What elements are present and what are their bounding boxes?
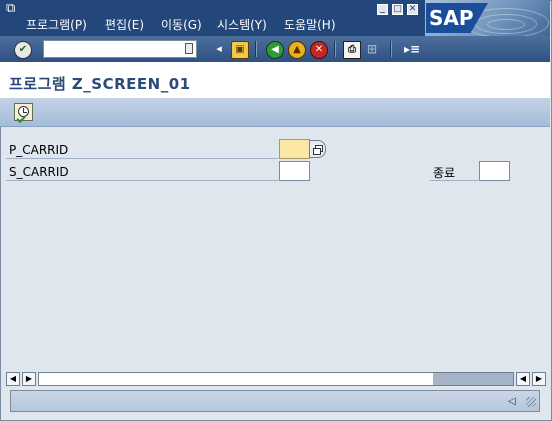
command-history-icon[interactable] (185, 43, 193, 54)
scroll-left-icon[interactable]: ◀ (6, 372, 20, 386)
scroll-right-icon[interactable]: ▶ (22, 372, 36, 386)
new-session-icon[interactable]: ▸≡ (404, 41, 420, 57)
end-label: 종료 (433, 166, 456, 180)
resize-grip-icon[interactable] (526, 397, 536, 407)
window-menu-icon[interactable]: ⧉ (6, 2, 20, 16)
scroll-right-end-icon[interactable]: ▶ (532, 372, 546, 386)
print-icon[interactable]: ⎙ (343, 41, 361, 59)
command-input[interactable] (44, 41, 180, 57)
menu-program[interactable]: 프로그램(P) (26, 18, 87, 32)
status-bar (10, 390, 540, 412)
status-expand-icon[interactable]: ◁ (508, 396, 516, 407)
cancel-icon[interactable]: ✕ (310, 41, 328, 59)
p-carrid-input[interactable] (279, 139, 310, 159)
toolbar-separator (390, 41, 392, 57)
row-underline (6, 158, 278, 159)
close-icon[interactable]: ✕ (407, 4, 418, 15)
maximize-icon[interactable]: □ (392, 4, 403, 15)
command-field[interactable] (43, 40, 197, 58)
exit-icon[interactable]: ▲ (288, 41, 306, 59)
find-icon[interactable]: ⊞ (364, 41, 380, 57)
menu-goto[interactable]: 이동(G) (161, 18, 202, 32)
collapse-arrow-icon[interactable]: ◂ (211, 41, 227, 57)
p-carrid-label: P_CARRID (9, 143, 69, 157)
toolbar-separator (334, 41, 336, 57)
application-toolbar (0, 98, 550, 127)
s-carrid-input[interactable] (279, 161, 310, 181)
scroll-thumb[interactable] (433, 373, 513, 385)
row-underline (430, 180, 478, 181)
save-icon[interactable]: ▣ (231, 41, 249, 59)
scroll-left-end-icon[interactable]: ◀ (516, 372, 530, 386)
enter-check-icon[interactable]: ✔ (14, 41, 32, 59)
s-carrid-label: S_CARRID (9, 165, 69, 179)
row-underline (6, 180, 278, 181)
menu-edit[interactable]: 편집(E) (105, 18, 144, 32)
back-icon[interactable]: ◀ (266, 41, 284, 59)
menu-system[interactable]: 시스템(Y) (217, 18, 267, 32)
toolbar-separator (255, 41, 257, 57)
minimize-icon[interactable]: _ (377, 4, 388, 15)
page-title: 프로그램 Z_SCREEN_01 (9, 75, 191, 93)
end-input[interactable] (479, 161, 510, 181)
value-help-icon[interactable] (309, 140, 326, 158)
execute-clock-icon[interactable] (14, 103, 33, 124)
menu-help[interactable]: 도움말(H) (284, 18, 336, 32)
